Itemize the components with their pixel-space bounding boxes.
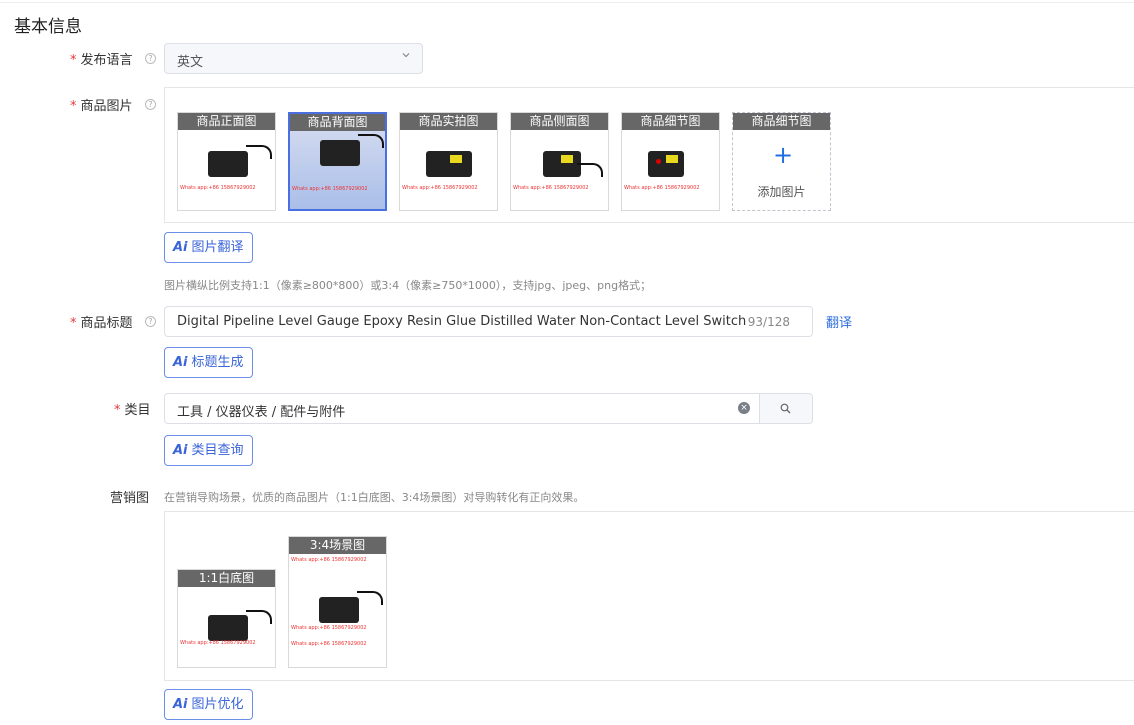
product-image-thumb[interactable]: Whats app:+86 15867929002 商品实拍图 [399,112,498,211]
clear-icon[interactable]: × [738,402,750,414]
title-label: * 商品标题 [70,316,133,331]
section-title: 基本信息 [14,17,82,37]
category-label: * 类目 [114,403,151,418]
language-label: * 发布语言 [70,53,133,68]
thumb-caption: 商品正面图 [178,113,275,130]
cable-shape [577,163,603,177]
category-search-button[interactable] [759,394,812,423]
ai-icon: Ai [173,355,188,370]
help-icon[interactable]: ? [145,99,156,110]
watermark-text: Whats app:+86 15867929002 [624,185,700,191]
watermark-text: Whats app:+86 15867929002 [292,186,368,192]
image-translate-label: 图片翻译 [191,240,244,255]
marketing-hint: 在营销导购场景，优质的商品图片（1:1白底图、3:4场景图）对导购转化有正向效果… [164,491,585,504]
product-images-panel: Whats app:+86 15867929002 商品正面图 Whats ap… [164,87,1134,223]
product-photo [319,597,359,623]
title-value: Digital Pipeline Level Gauge Epoxy Resin… [177,314,747,329]
cable-shape [358,134,384,148]
title-generate-button[interactable]: Ai 标题生成 [164,347,253,378]
cable-shape [246,610,272,624]
watermark-text: Whats app:+86 15867929002 [180,640,256,646]
label-sticker [561,155,573,163]
add-image-label: 添加图片 [757,185,806,199]
ai-icon: Ai [173,240,188,255]
product-photo [208,615,248,641]
product-photo [208,151,248,177]
chevron-down-icon [402,53,410,58]
product-image-thumb[interactable]: Whats app:+86 15867929002 商品细节图 [621,112,720,211]
marketing-label: 营销图 [110,491,150,506]
add-image-button[interactable]: 商品细节图 + 添加图片 [732,112,831,211]
product-photo [426,151,472,177]
thumb-caption: 3:4场景图 [289,537,386,554]
title-generate-label: 标题生成 [191,355,244,370]
translate-link[interactable]: 翻译 [826,312,852,331]
watermark-text: Whats app:+86 15867929002 [180,185,256,191]
thumb-caption: 1:1白底图 [178,570,275,587]
help-icon[interactable]: ? [145,316,156,327]
label-sticker [666,155,678,163]
marketing-images-panel: Whats app:+86 15867929002 1:1白底图 Whats a… [164,511,1134,681]
category-input[interactable]: 工具 / 仪器仪表 / 配件与附件 × [164,393,813,424]
plus-icon: + [773,141,794,169]
image-hint: 图片横纵比例支持1:1（像素≥800*800）或3:4（像素≥750*1000）… [164,279,652,292]
thumb-caption: 商品侧面图 [511,113,608,130]
ai-icon: Ai [173,443,188,458]
category-query-label: 类目查询 [191,443,244,458]
product-photo [320,140,360,166]
title-char-count: 93/128 [747,315,790,329]
category-value: 工具 / 仪器仪表 / 配件与附件 [177,405,346,420]
thumb-caption: 商品实拍图 [400,113,497,130]
cable-shape [357,591,383,605]
product-image-thumb[interactable]: Whats app:+86 15867929002 商品侧面图 [510,112,609,211]
product-image-thumb[interactable]: Whats app:+86 15867929002 商品正面图 [177,112,276,211]
cable-shape [246,145,272,159]
label-sticker [450,155,462,163]
indicator-dot [656,159,661,164]
image-translate-button[interactable]: Ai 图片翻译 [164,232,253,263]
watermark-text: Whats app:+86 15867929002 [291,641,367,647]
thumb-caption: 商品细节图 [622,113,719,130]
thumb-caption: 商品细节图 [733,113,830,130]
white-background-image[interactable]: Whats app:+86 15867929002 1:1白底图 [177,569,276,668]
watermark-text: Whats app:+86 15867929002 [513,185,589,191]
language-select[interactable]: 英文 [164,43,423,74]
watermark-text: Whats app:+86 15867929002 [402,185,478,191]
help-icon[interactable]: ? [145,53,156,64]
ai-icon: Ai [173,697,188,712]
category-query-button[interactable]: Ai 类目查询 [164,435,253,466]
scene-image[interactable]: Whats app:+86 15867929002 Whats app:+86 … [288,536,387,668]
watermark-text: Whats app:+86 15867929002 [291,625,367,631]
product-image-thumb-selected[interactable]: Whats app:+86 15867929002 商品背面图 [288,112,387,211]
search-icon [780,403,791,414]
image-optimize-label: 图片优化 [191,697,244,712]
image-optimize-button[interactable]: Ai 图片优化 [164,689,253,720]
top-divider [0,2,1134,3]
language-value: 英文 [177,55,204,70]
thumb-caption: 商品背面图 [290,114,385,131]
images-label: * 商品图片 [70,99,133,114]
watermark-text: Whats app:+86 15867929002 [291,557,367,563]
title-input[interactable]: Digital Pipeline Level Gauge Epoxy Resin… [164,306,813,337]
